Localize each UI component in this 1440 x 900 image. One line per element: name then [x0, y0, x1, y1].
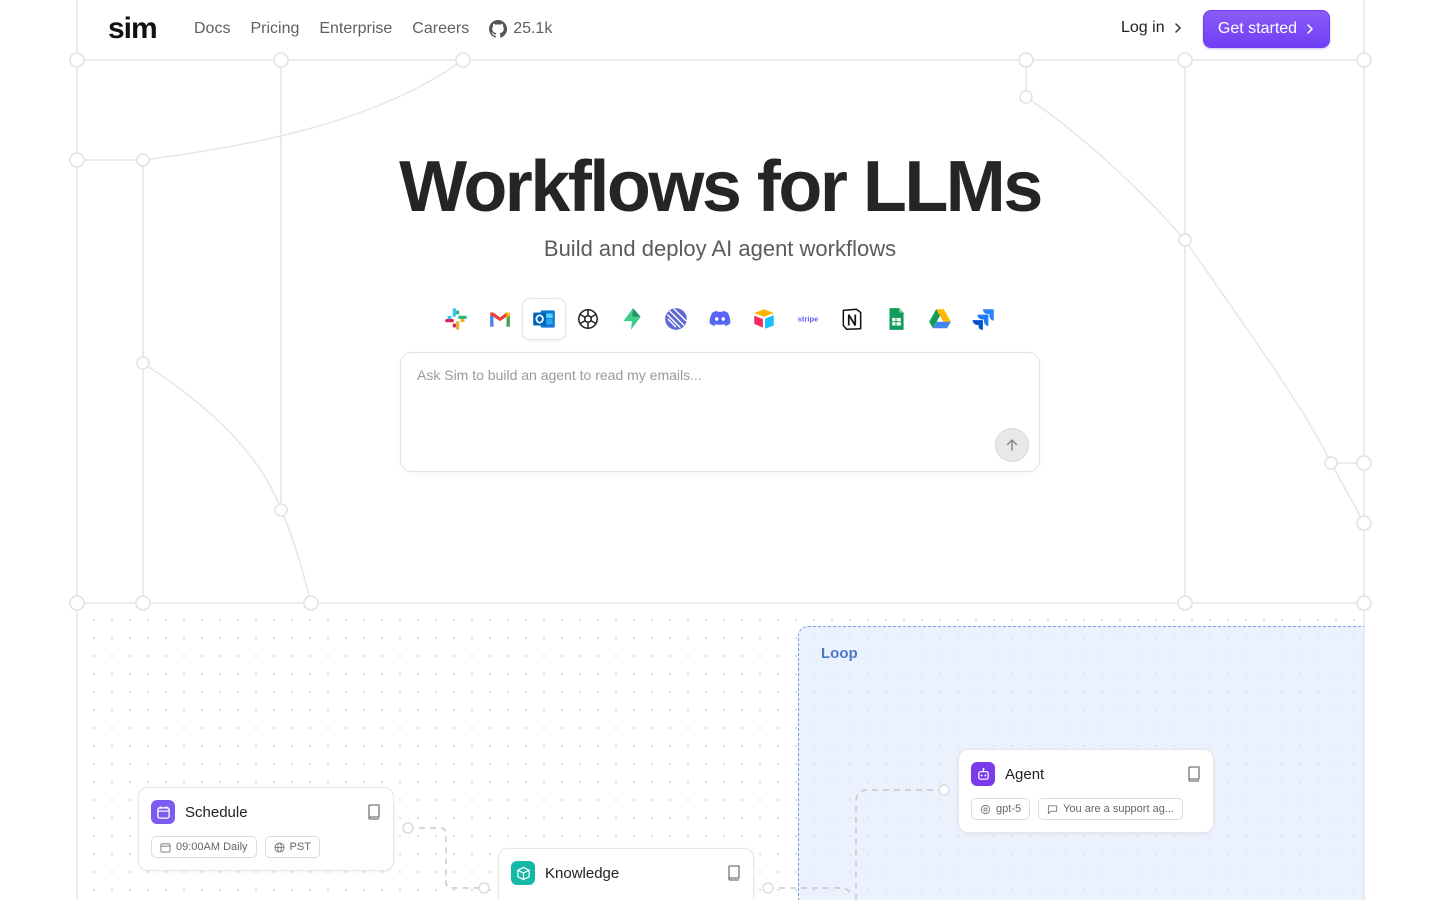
calendar-icon: [151, 800, 175, 824]
openai-icon[interactable]: [566, 298, 610, 340]
robot-icon: [971, 762, 995, 786]
agent-block[interactable]: Agent gpt-5 You are a support ag...: [958, 749, 1214, 833]
top-navigation: sim Docs Pricing Enterprise Careers 25.1…: [0, 0, 1440, 60]
nav-pricing[interactable]: Pricing: [250, 20, 299, 38]
agent-prompt-tag: You are a support ag...: [1038, 798, 1183, 820]
openai-icon: [980, 804, 991, 814]
get-started-button[interactable]: Get started: [1203, 10, 1330, 48]
jira-icon[interactable]: [962, 298, 1006, 340]
google-sheets-icon[interactable]: [874, 298, 918, 340]
chevron-right-icon: [1307, 24, 1314, 34]
prompt-input[interactable]: [417, 367, 1017, 427]
discord-icon[interactable]: [698, 298, 742, 340]
google-drive-icon[interactable]: [918, 298, 962, 340]
notion-icon[interactable]: [830, 298, 874, 340]
sim-logo[interactable]: sim: [108, 12, 158, 46]
knowledge-title: Knowledge: [545, 864, 620, 882]
globe-icon: [274, 841, 285, 853]
get-started-label: Get started: [1217, 20, 1298, 37]
github-star-count: 25.1k: [513, 20, 553, 37]
loop-label: Loop: [821, 645, 858, 662]
login-link[interactable]: Log in: [1121, 19, 1183, 37]
supabase-icon[interactable]: [610, 298, 654, 340]
linear-icon[interactable]: [654, 298, 698, 340]
send-button[interactable]: [995, 428, 1029, 462]
schedule-title: Schedule: [185, 803, 248, 821]
schedule-block[interactable]: Schedule 09:00AM Daily PST: [138, 787, 394, 871]
integration-icons-row: stripe: [434, 298, 1006, 340]
book-icon[interactable]: [1187, 766, 1201, 782]
chevron-right-icon: [1174, 23, 1181, 33]
agent-model-tag: gpt-5: [971, 798, 1031, 820]
prompt-box: [400, 352, 1040, 472]
login-label: Log in: [1121, 19, 1165, 36]
message-icon: [1047, 804, 1058, 814]
arrow-up-icon: [1006, 439, 1018, 451]
nav-careers[interactable]: Careers: [412, 20, 469, 38]
knowledge-icon: [511, 861, 535, 885]
outlook-icon[interactable]: [522, 298, 566, 340]
nav-links: Docs Pricing Enterprise Careers 25.1k: [194, 20, 552, 38]
svg-text:stripe: stripe: [798, 315, 819, 324]
github-stars-link[interactable]: 25.1k: [489, 20, 552, 38]
slack-icon[interactable]: [434, 298, 478, 340]
nav-docs[interactable]: Docs: [194, 20, 230, 38]
hero-title: Workflows for LLMs: [399, 147, 1043, 227]
knowledge-block[interactable]: Knowledge: [498, 848, 754, 900]
hero-subtitle: Build and deploy AI agent workflows: [543, 236, 897, 261]
book-icon[interactable]: [367, 804, 381, 820]
calendar-icon: [160, 842, 171, 853]
schedule-time-tag: 09:00AM Daily: [151, 836, 257, 858]
schedule-timezone-tag: PST: [264, 836, 320, 858]
airtable-icon[interactable]: [742, 298, 786, 340]
stripe-icon[interactable]: stripe: [786, 298, 830, 340]
nav-enterprise[interactable]: Enterprise: [319, 20, 392, 38]
github-icon: [489, 20, 508, 38]
agent-title: Agent: [1005, 765, 1045, 783]
gmail-icon[interactable]: [478, 298, 522, 340]
book-icon[interactable]: [727, 865, 741, 881]
